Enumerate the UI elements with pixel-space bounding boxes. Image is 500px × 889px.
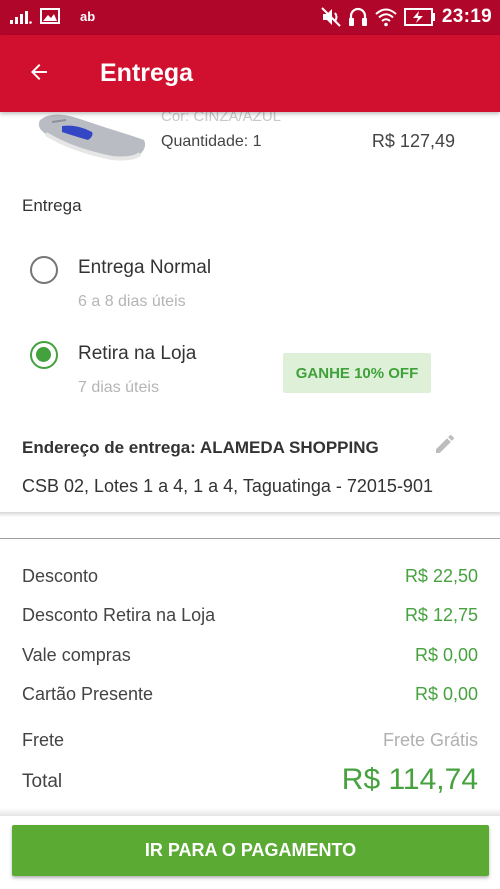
pencil-icon	[433, 434, 457, 460]
promo-badge: GANHE 10% OFF	[283, 353, 431, 393]
product-item: Cor: CINZA/AZUL Quantidade: 1 R$ 127,49	[0, 112, 500, 172]
battery-charging-icon	[403, 8, 436, 26]
status-bar: ab 23:19	[0, 0, 500, 35]
section-divider-shadow	[0, 512, 500, 517]
mute-icon	[320, 6, 342, 28]
address-text: CSB 02, Lotes 1 a 4, 1 a 4, Taguatinga -…	[22, 476, 433, 496]
summary-value: R$ 0,00	[414, 684, 478, 704]
option-subtitle: 7 dias úteis	[78, 379, 159, 396]
image-icon	[40, 8, 60, 24]
status-right-icons: 23:19	[320, 6, 492, 28]
summary-label: Desconto Retira na Loja	[22, 605, 216, 625]
delivery-section-label: Entrega	[22, 196, 82, 215]
option-title: Entrega Normal	[78, 257, 212, 278]
summary-row-gift-card: Cartão Presente R$ 0,00	[22, 684, 478, 712]
page-title: Entrega	[100, 59, 194, 87]
delivery-option-normal[interactable]: Entrega Normal 6 a 8 dias úteis	[0, 248, 500, 318]
address-title: Endereço de entrega: ALAMEDA SHOPPING	[22, 438, 379, 457]
option-subtitle: 6 a 8 dias úteis	[78, 293, 186, 310]
arrow-back-icon	[27, 60, 51, 89]
back-button[interactable]	[22, 57, 56, 91]
summary-row-store-discount: Desconto Retira na Loja R$ 12,75	[22, 605, 478, 633]
signal-icon	[10, 8, 32, 24]
section-divider	[0, 538, 500, 539]
summary-row-voucher: Vale compras R$ 0,00	[22, 645, 478, 673]
status-time: 23:19	[441, 6, 492, 27]
footer-shadow	[0, 808, 500, 816]
radio-store-pickup[interactable]	[30, 341, 58, 369]
summary-label: Frete	[22, 730, 65, 750]
product-quantity: Quantidade: 1	[161, 133, 262, 150]
summary-value: R$ 22,50	[404, 566, 478, 586]
summary-value: R$ 12,75	[404, 605, 478, 625]
status-left-icons: ab	[10, 8, 95, 24]
summary-row-discount: Desconto R$ 22,50	[22, 566, 478, 594]
summary-row-total: Total R$ 114,74	[22, 763, 478, 799]
go-to-payment-button[interactable]: IR PARA O PAGAMENTO	[12, 825, 489, 876]
edit-address-button[interactable]	[433, 432, 459, 458]
product-color: Cor: CINZA/AZUL	[161, 112, 282, 125]
total-value: R$ 114,74	[341, 763, 478, 796]
radio-normal[interactable]	[30, 256, 58, 284]
summary-label: Desconto	[22, 566, 99, 586]
summary-value: Frete Grátis	[382, 730, 478, 750]
product-price: R$ 127,49	[371, 131, 455, 151]
summary-row-shipping: Frete Frete Grátis	[22, 730, 478, 758]
option-title: Retira na Loja	[78, 343, 197, 364]
app-bar: Entrega	[0, 35, 500, 112]
product-image	[32, 112, 150, 162]
headset-icon	[348, 6, 368, 28]
wifi-icon	[374, 7, 398, 27]
summary-value: R$ 0,00	[414, 645, 478, 665]
summary-label: Vale compras	[22, 645, 131, 665]
summary-label: Cartão Presente	[22, 684, 154, 704]
total-label: Total	[22, 771, 63, 792]
carrier-icon: ab	[80, 8, 96, 24]
